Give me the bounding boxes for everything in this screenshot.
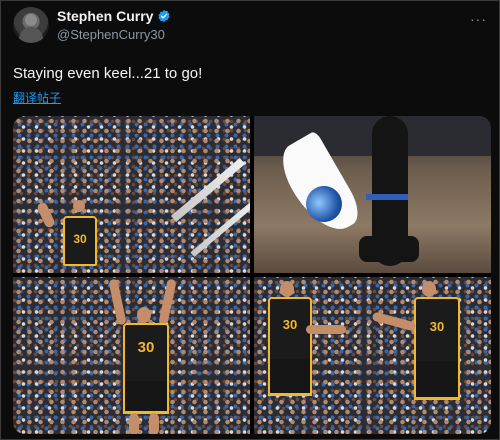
translate-post-link[interactable]: 翻译帖子 (13, 89, 61, 106)
player-head-shape (422, 281, 436, 297)
crowd-rail-shape (190, 200, 250, 258)
media-photo-4[interactable]: 30 30 (254, 277, 491, 434)
verified-badge-icon (158, 9, 171, 23)
tweet-text: Staying even keel...21 to go! (13, 65, 203, 82)
tweet-card: Stephen Curry @StephenCurry30 ··· Stayin… (0, 0, 500, 440)
crowd-rail-shape (170, 158, 246, 222)
player-head-shape (73, 200, 85, 212)
avatar-torso-shape (19, 27, 43, 43)
player-jersey: 30 (123, 323, 169, 383)
avatar[interactable] (13, 7, 49, 43)
media-photo-1[interactable]: 30 (13, 116, 250, 273)
avatar-head-shape (25, 14, 37, 26)
player-raised-arm-shape (108, 278, 127, 326)
player-arm-shape (306, 325, 346, 334)
media-photo-2[interactable] (254, 116, 491, 273)
player-leg-shape (129, 413, 139, 434)
player-raised-arm-shape (158, 278, 177, 326)
jersey-number: 30 (137, 339, 155, 356)
player-head-shape (137, 307, 151, 323)
jersey-number: 30 (73, 232, 87, 246)
player-shorts-shape (414, 361, 460, 400)
more-options-icon[interactable]: ··· (470, 11, 487, 27)
author-handle[interactable]: @StephenCurry30 (57, 27, 165, 42)
player-shorts-shape (123, 381, 169, 414)
player-shorts-shape (268, 359, 312, 396)
media-photo-3[interactable]: 30 (13, 277, 250, 434)
player-jersey: 30 (414, 297, 460, 363)
player-jersey: 30 (63, 216, 97, 266)
player-arm-shape (371, 311, 417, 332)
player-arm-shape (35, 201, 57, 229)
player-leg-shape (149, 413, 159, 434)
sock-stripe-shape (366, 194, 408, 200)
jersey-number: 30 (282, 317, 298, 332)
player-head-shape (280, 281, 294, 297)
player-shoe-shape (359, 236, 419, 262)
media-grid: 30 30 30 30 (13, 116, 491, 434)
jersey-number: 30 (429, 319, 445, 334)
author-name-row[interactable]: Stephen Curry (57, 8, 171, 24)
author-display-name[interactable]: Stephen Curry (57, 8, 153, 24)
